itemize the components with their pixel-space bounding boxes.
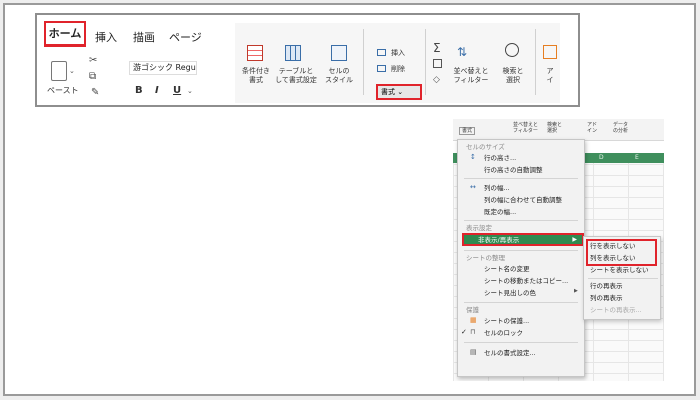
delete-cells-label[interactable]: 削除: [391, 64, 405, 74]
menu-item-lock-cell[interactable]: セルのロック: [484, 328, 610, 338]
section-protection: 保護: [466, 306, 479, 314]
chevron-down-icon: ⌄: [397, 88, 404, 96]
ai-label: ア イ: [546, 67, 554, 84]
menu-divider: [464, 250, 578, 251]
submenu-unhide-rows[interactable]: 行の再表示: [590, 282, 623, 291]
bold-button[interactable]: B: [135, 85, 143, 96]
hide-unhide-submenu: 行を表示しない 列を表示しない シートを表示しない 行の再表示 列の再表示 シー…: [583, 236, 661, 320]
section-organize: シートの整理: [466, 254, 505, 262]
mini-find-select[interactable]: 検索と 選択: [547, 122, 562, 134]
format-cells-button[interactable]: 書式 ⌄: [376, 84, 422, 100]
format-painter-icon[interactable]: ✎: [91, 87, 99, 98]
cut-icon[interactable]: ✂: [89, 55, 97, 66]
hide-unhide-label: 非表示/再表示: [478, 236, 520, 244]
insert-cells-icon[interactable]: [377, 49, 386, 56]
menu-item-format-cells[interactable]: セルの書式設定...: [484, 348, 610, 358]
mini-format-button[interactable]: 書式: [459, 127, 476, 135]
copy-icon[interactable]: ⧉: [89, 71, 96, 82]
tab-draw[interactable]: 描画: [133, 29, 155, 45]
menu-item-hide-unhide[interactable]: 非表示/再表示 ▶: [462, 233, 584, 246]
menu-divider: [464, 302, 578, 303]
clear-icon[interactable]: ◇: [433, 75, 440, 85]
menu-item-autofit-row[interactable]: 行の高さの自動調整: [484, 165, 610, 175]
underline-button[interactable]: U: [173, 85, 181, 96]
fill-icon[interactable]: [433, 59, 442, 68]
group-divider: [535, 29, 536, 95]
italic-button[interactable]: I: [155, 85, 159, 96]
menu-screenshot: 書式 並べ替えと フィルター 検索と 選択 アド イン データ の分析 D E …: [453, 119, 664, 381]
submenu-hide-sheet[interactable]: シートを表示しない: [590, 266, 649, 275]
find-select-icon[interactable]: [505, 43, 519, 57]
format-as-table-label: テーブルと して書式設定: [275, 67, 317, 84]
lock-icon: ⊓: [470, 328, 476, 336]
find-select-label: 検索と 選択: [502, 67, 524, 84]
font-name-field[interactable]: 游ゴシック Regu: [129, 61, 197, 75]
mini-addins[interactable]: アド イン: [587, 122, 597, 134]
submenu-unhide-columns[interactable]: 列の再表示: [590, 294, 623, 303]
section-cell-size: セルのサイズ: [466, 143, 505, 151]
sort-filter-label: 並べ替えと フィルター: [453, 67, 489, 84]
column-width-icon: ↔: [470, 183, 476, 191]
autosum-icon[interactable]: Σ: [433, 41, 441, 55]
menu-divider: [588, 278, 658, 279]
submenu-hide-columns[interactable]: 列を表示しない: [590, 254, 636, 263]
row-height-icon: ↕: [470, 153, 476, 161]
paste-icon[interactable]: [51, 61, 67, 81]
underline-dropdown-icon[interactable]: ⌄: [187, 87, 193, 95]
format-cells-icon: ▤: [470, 348, 477, 356]
protect-sheet-icon: ▦: [470, 316, 477, 324]
mini-ribbon: 書式 並べ替えと フィルター 検索と 選択 アド イン データ の分析: [453, 119, 664, 141]
insert-cells-label[interactable]: 挿入: [391, 48, 405, 58]
group-divider: [425, 29, 426, 95]
cell-styles-label: セルの スタイル: [325, 67, 353, 84]
column-header: E: [635, 154, 639, 161]
canvas: ホーム 挿入 描画 ページ ⌄ ペースト ✂ ⧉ ✎ 游ゴシック Regu B …: [3, 3, 696, 396]
mini-sort-filter[interactable]: 並べ替えと フィルター: [513, 122, 538, 134]
menu-divider: [464, 220, 578, 221]
conditional-format-label: 条件付き 書式: [242, 67, 270, 84]
submenu-arrow-icon: ▶: [572, 236, 577, 243]
ribbon-screenshot: ホーム 挿入 描画 ページ ⌄ ペースト ✂ ⧉ ✎ 游ゴシック Regu B …: [35, 13, 580, 107]
menu-item-default-width[interactable]: 既定の幅...: [484, 207, 610, 217]
tab-home[interactable]: ホーム: [44, 21, 86, 47]
delete-cells-icon[interactable]: [377, 65, 386, 72]
format-as-table-icon[interactable]: [285, 45, 301, 61]
group-divider: [363, 29, 364, 95]
menu-divider: [464, 178, 578, 179]
sort-filter-icon[interactable]: ⇅: [457, 45, 467, 59]
cell-styles-icon[interactable]: [331, 45, 347, 61]
mini-data-analysis[interactable]: データ の分析: [613, 122, 628, 134]
format-menu: セルのサイズ ↕ 行の高さ... 行の高さの自動調整 ↔ 列の幅... 列の幅に…: [457, 139, 585, 377]
section-visibility: 表示設定: [466, 224, 492, 232]
ai-icon[interactable]: [543, 45, 557, 59]
format-label: 書式: [381, 88, 395, 96]
paste-dropdown-icon[interactable]: ⌄: [69, 67, 75, 75]
paste-label: ペースト: [47, 86, 79, 95]
menu-divider: [464, 342, 578, 343]
tab-page[interactable]: ページ: [169, 29, 202, 45]
submenu-arrow-icon: ▶: [574, 288, 578, 294]
tab-insert[interactable]: 挿入: [95, 29, 117, 45]
menu-item-row-height[interactable]: 行の高さ...: [484, 153, 610, 163]
menu-item-col-width[interactable]: 列の幅...: [484, 183, 610, 193]
submenu-hide-rows[interactable]: 行を表示しない: [590, 242, 636, 251]
checkmark-icon: ✓: [461, 328, 467, 336]
submenu-unhide-sheet: シートの再表示...: [590, 306, 642, 314]
menu-item-autofit-col[interactable]: 列の幅に合わせて自動調整: [484, 195, 610, 205]
conditional-format-icon[interactable]: [247, 45, 263, 61]
